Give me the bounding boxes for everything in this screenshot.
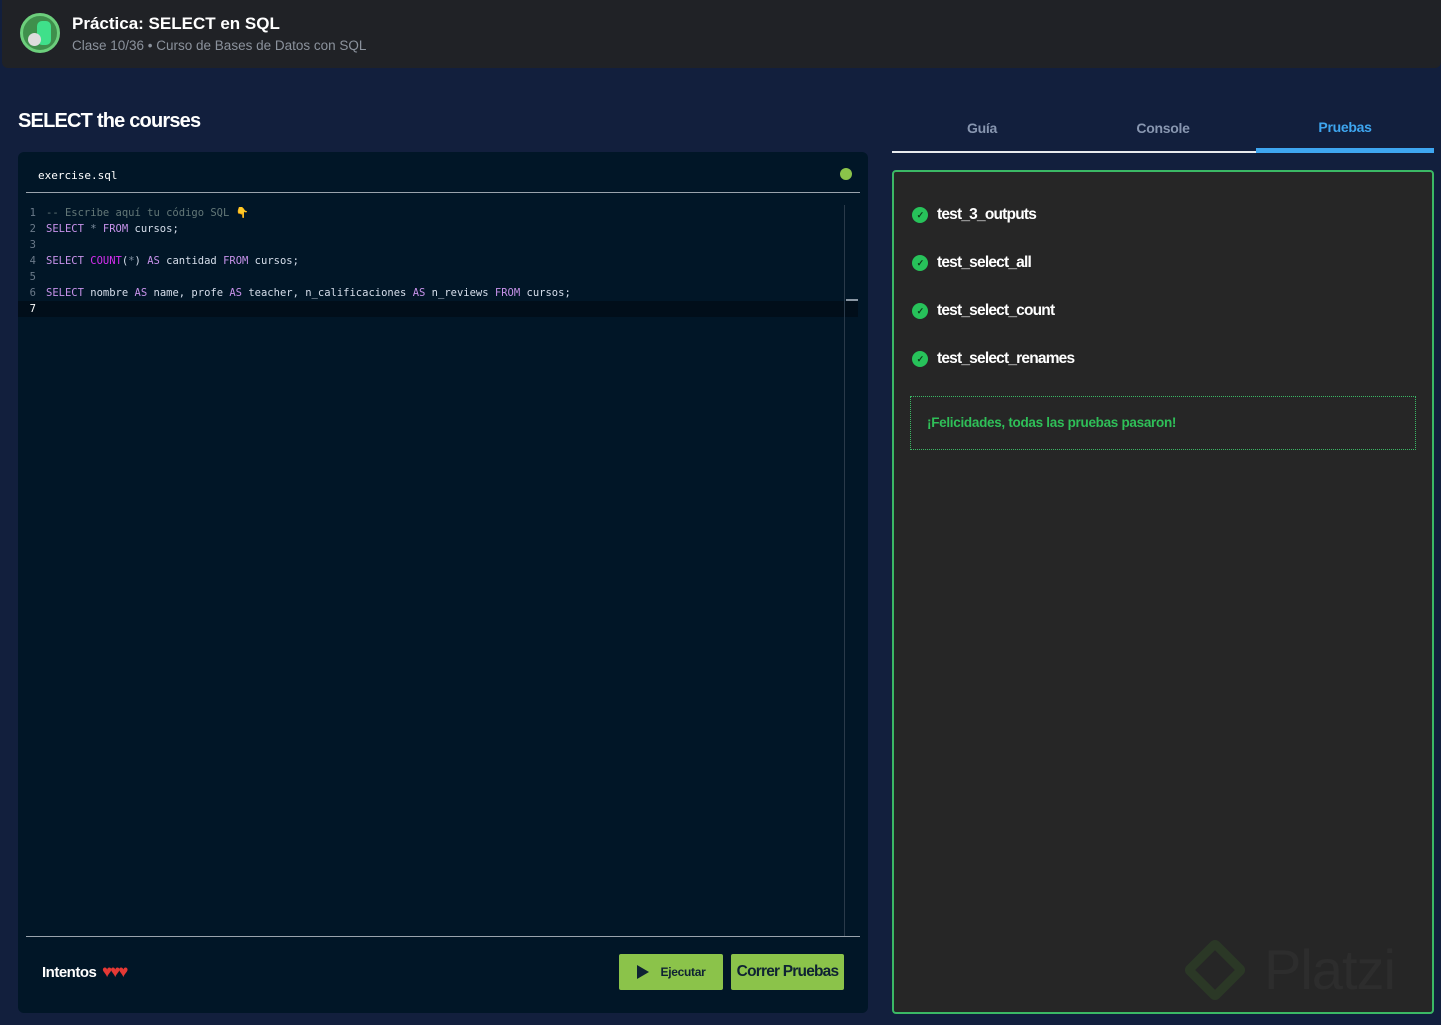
line-number: 1 <box>29 207 36 219</box>
run-label: Ejecutar <box>660 965 706 979</box>
exercise-title: SELECT the courses <box>18 110 201 132</box>
code-line[interactable]: 3 <box>18 237 858 253</box>
code-line[interactable]: 7 <box>18 301 858 317</box>
code-token: 👇 <box>235 207 249 219</box>
code-token: n_reviews <box>425 287 495 299</box>
platzi-logo-icon <box>1182 936 1248 1003</box>
test-item: ✓ test_select_count <box>912 302 1055 320</box>
line-number: 4 <box>29 255 36 267</box>
divider <box>26 936 860 937</box>
page-title: Práctica: SELECT en SQL <box>72 14 280 33</box>
tab-console[interactable]: Console <box>1073 120 1253 136</box>
code-token: ) <box>134 255 148 267</box>
file-tab[interactable]: exercise.sql <box>38 169 117 182</box>
test-name: test_select_renames <box>937 350 1075 367</box>
code-token: AS <box>229 287 243 299</box>
run-tests-button[interactable]: Correr Pruebas <box>731 954 844 990</box>
line-number: 3 <box>29 239 36 251</box>
active-tab-indicator <box>1256 148 1434 153</box>
divider <box>26 192 860 193</box>
check-circle-icon: ✓ <box>912 207 928 223</box>
code-token: AS <box>134 287 148 299</box>
code-token: SELECT <box>46 223 84 235</box>
code-line[interactable]: 2 SELECT * FROM cursos; <box>18 221 858 237</box>
test-name: test_3_outputs <box>937 206 1037 223</box>
code-token: SELECT <box>46 287 84 299</box>
code-token: * <box>83 223 103 235</box>
code-token: COUNT <box>90 255 122 267</box>
test-item: ✓ test_select_renames <box>912 350 1075 368</box>
code-line[interactable]: 1 -- Escribe aquí tu código SQL 👇 <box>18 205 858 221</box>
status-dot-icon <box>840 168 852 180</box>
top-header: Práctica: SELECT en SQL Clase 10/36 • Cu… <box>2 0 1441 68</box>
test-item: ✓ test_select_all <box>912 254 1032 272</box>
code-token: cursos; <box>520 287 571 299</box>
page-subtitle: Clase 10/36 • Curso de Bases de Datos co… <box>72 38 367 53</box>
line-number: 2 <box>29 223 36 235</box>
check-circle-icon: ✓ <box>912 303 928 319</box>
heart-icons: ♥♥♥ <box>102 962 128 981</box>
code-line[interactable]: 5 <box>18 269 858 285</box>
test-name: test_select_count <box>937 302 1055 319</box>
code-token: cursos; <box>128 223 179 235</box>
scrollbar[interactable] <box>844 205 845 937</box>
code-line[interactable]: 6 SELECT nombre AS name, profe AS teacher… <box>18 285 858 301</box>
tab-bar: Guía Console Pruebas <box>892 110 1434 153</box>
tab-guia[interactable]: Guía <box>892 120 1072 136</box>
code-token: SELECT <box>46 255 84 267</box>
code-token: FROM <box>223 255 249 267</box>
code-token: cursos; <box>248 255 299 267</box>
code-token: name, profe <box>147 287 230 299</box>
line-number: 6 <box>29 287 36 299</box>
tab-pruebas[interactable]: Pruebas <box>1255 119 1435 135</box>
line-number: 5 <box>29 271 36 283</box>
test-name: test_select_all <box>937 254 1032 271</box>
tests-panel: ✓ test_3_outputs ✓ test_select_all ✓ test_s… <box>892 170 1434 1014</box>
code-input[interactable]: 1 -- Escribe aquí tu código SQL 👇 2 SELECT … <box>18 205 858 317</box>
code-token: FROM <box>494 287 521 299</box>
code-editor-panel: exercise.sql 1 -- Escribe aquí tu código … <box>18 152 868 1013</box>
code-token: AS <box>147 255 160 267</box>
code-token: -- Escribe aquí tu código SQL <box>46 207 236 219</box>
success-message: ¡Felicidades, todas las pruebas pasaron! <box>910 396 1416 450</box>
line-number: 7 <box>29 303 36 315</box>
scrollbar-marker <box>846 299 858 301</box>
code-line[interactable]: 4 SELECT COUNT(*) AS cantidad FROM cursos… <box>18 253 858 269</box>
check-circle-icon: ✓ <box>912 255 928 271</box>
code-token: cantidad <box>159 255 224 267</box>
course-logo-icon <box>20 13 60 53</box>
code-token: nombre <box>83 287 135 299</box>
run-button[interactable]: Ejecutar <box>619 954 723 990</box>
play-icon <box>636 965 649 979</box>
code-token: FROM <box>102 223 129 235</box>
platzi-watermark: Platzi <box>1182 936 1396 1003</box>
attempts-label: Intentos <box>42 964 97 981</box>
code-token: teacher, n_calificaciones <box>242 287 413 299</box>
code-token: AS <box>412 287 426 299</box>
check-circle-icon: ✓ <box>912 351 928 367</box>
test-item: ✓ test_3_outputs <box>912 206 1037 224</box>
attempts: Intentos ♥♥♥ <box>42 962 128 982</box>
watermark-text: Platzi <box>1264 938 1396 1001</box>
